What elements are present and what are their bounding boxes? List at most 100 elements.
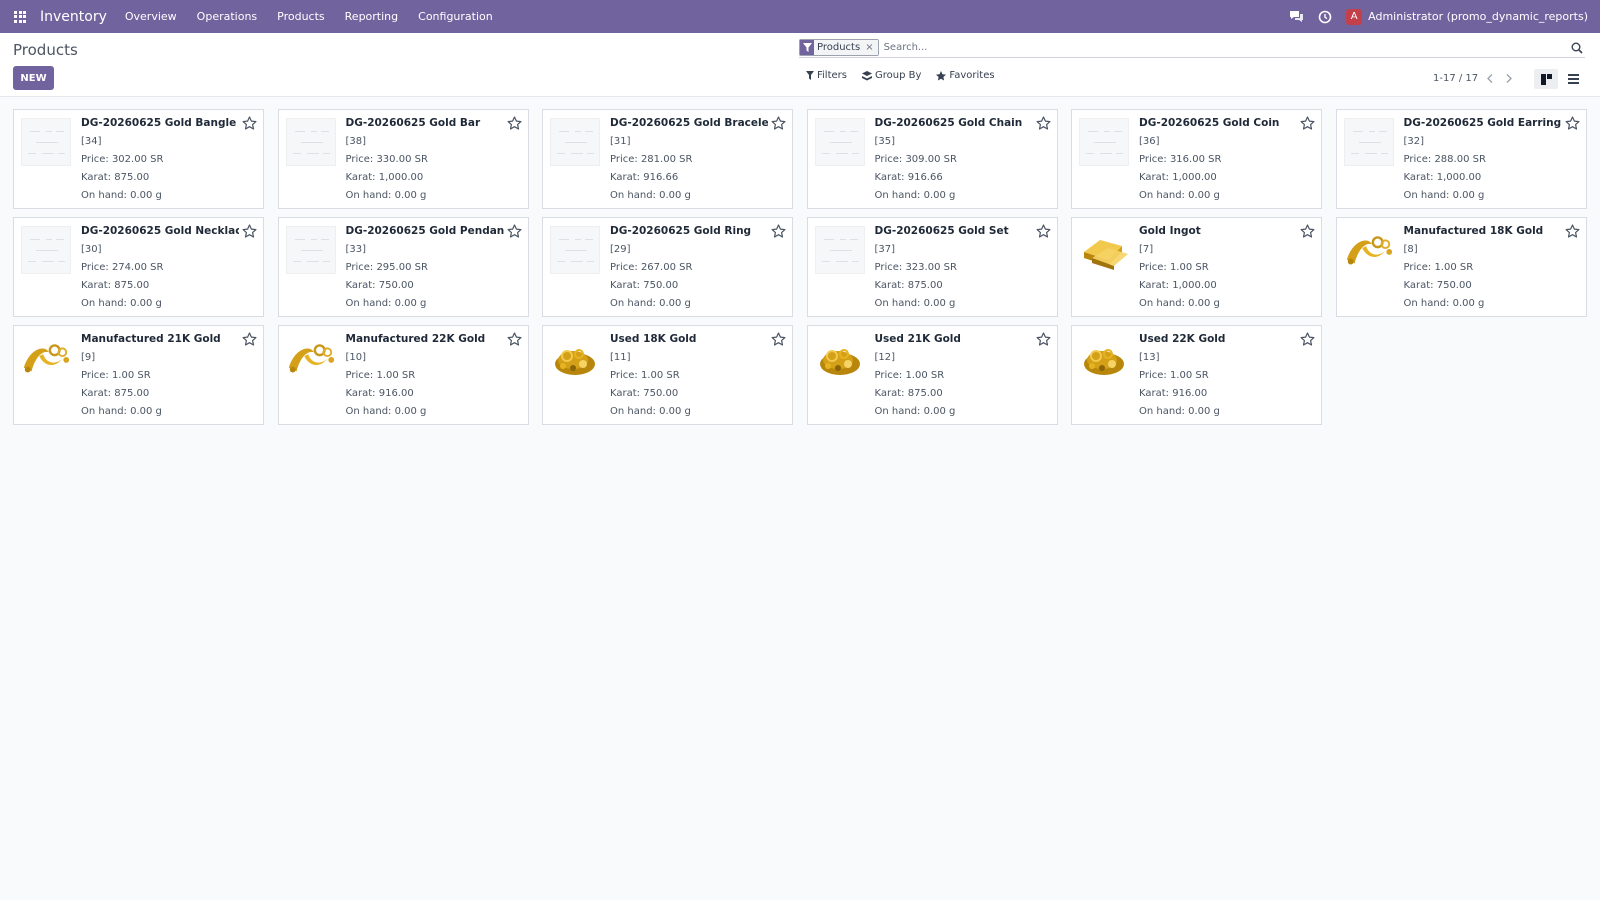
search-facet[interactable]: Products × xyxy=(799,39,879,56)
product-ref: [30] xyxy=(81,244,102,255)
product-karat: Karat: 1,000.00 xyxy=(1403,172,1482,183)
product-karat: Karat: 875.00 xyxy=(81,388,150,399)
menu-operations[interactable]: Operations xyxy=(197,10,257,23)
product-price: Price: 1.00 SR xyxy=(1403,262,1474,273)
star-icon[interactable] xyxy=(771,116,786,131)
list-view-icon[interactable] xyxy=(1561,69,1585,89)
product-card[interactable]: DG-20260625 Gold Coin [36] Price: 316.00… xyxy=(1071,109,1322,209)
gold-jewelry-icon xyxy=(1346,236,1392,265)
product-image xyxy=(1078,116,1130,168)
star-icon[interactable] xyxy=(771,224,786,239)
new-button[interactable]: NEW xyxy=(13,66,54,90)
product-onhand: On hand: 0.00 g xyxy=(81,406,162,417)
product-image xyxy=(814,224,866,276)
facet-value: Products xyxy=(814,40,866,55)
chat-icon[interactable] xyxy=(1288,9,1304,25)
facet-remove-icon[interactable]: × xyxy=(865,40,878,55)
menu-products[interactable]: Products xyxy=(277,10,325,23)
pager: 1-17 / 17 xyxy=(1433,71,1516,85)
menu-reporting[interactable]: Reporting xyxy=(345,10,398,23)
product-card[interactable]: DG-20260625 Gold Bar [38] Price: 330.00 … xyxy=(277,109,529,209)
search-bar: Products × xyxy=(799,38,1585,58)
product-name: DG-20260625 Gold Coin xyxy=(1139,117,1280,129)
used-gold-pile-icon xyxy=(555,349,595,375)
product-price: Price: 281.00 SR xyxy=(610,154,693,165)
product-card[interactable]: Manufactured 18K Gold [8] Price: 1.00 SR… xyxy=(1335,217,1587,317)
product-name: Manufactured 22K Gold xyxy=(345,333,486,345)
star-icon[interactable] xyxy=(1300,116,1315,131)
star-icon[interactable] xyxy=(1300,332,1315,347)
top-navbar: Inventory Overview Operations Products R… xyxy=(0,0,1600,33)
search-icon[interactable] xyxy=(1569,40,1585,56)
image-placeholder-icon xyxy=(285,226,336,274)
star-icon[interactable] xyxy=(507,116,522,131)
star-icon[interactable] xyxy=(242,332,257,347)
product-karat: Karat: 916.66 xyxy=(610,172,679,183)
apps-menu-icon[interactable] xyxy=(0,0,40,33)
product-price: Price: 302.00 SR xyxy=(81,154,164,165)
chevron-left-icon[interactable] xyxy=(1483,71,1497,85)
star-icon[interactable] xyxy=(1036,224,1051,239)
favorites-button[interactable]: Favorites xyxy=(936,70,995,81)
product-card[interactable]: Used 18K Gold [11] Price: 1.00 SR Karat:… xyxy=(542,325,793,425)
product-name: Gold Ingot xyxy=(1139,225,1201,237)
product-price: Price: 1.00 SR xyxy=(610,370,680,381)
chevron-right-icon[interactable] xyxy=(1502,71,1516,85)
filters-button[interactable]: Filters xyxy=(806,70,847,81)
product-card[interactable]: Manufactured 21K Gold [9] Price: 1.00 SR… xyxy=(13,325,264,425)
product-name: DG-20260625 Gold Pendant xyxy=(345,225,504,237)
product-image xyxy=(1343,116,1395,168)
kanban-view-icon[interactable] xyxy=(1534,69,1558,89)
product-image xyxy=(549,116,601,168)
product-card[interactable]: DG-20260625 Gold Necklace [30] Price: 27… xyxy=(13,217,264,317)
product-card[interactable]: DG-20260625 Gold Bracelet [31] Price: 28… xyxy=(542,109,793,209)
image-placeholder-icon xyxy=(21,118,71,166)
product-kanban: DG-20260625 Gold Bangle [34] Price: 302.… xyxy=(13,109,1588,425)
product-onhand: On hand: 0.00 g xyxy=(345,190,427,201)
product-name: Manufactured 18K Gold xyxy=(1403,225,1544,237)
product-ref: [13] xyxy=(1139,352,1160,363)
product-price: Price: 1.00 SR xyxy=(345,370,416,381)
star-icon[interactable] xyxy=(507,332,522,347)
product-card[interactable]: Used 21K Gold [12] Price: 1.00 SR Karat:… xyxy=(806,325,1058,425)
product-card[interactable]: DG-20260625 Gold Pendant [33] Price: 295… xyxy=(277,217,529,317)
product-card[interactable]: DG-20260625 Gold Earring [32] Price: 288… xyxy=(1335,109,1587,209)
star-icon[interactable] xyxy=(507,224,522,239)
image-placeholder-icon xyxy=(550,118,600,166)
app-brand[interactable]: Inventory xyxy=(40,9,107,25)
search-input[interactable] xyxy=(883,42,1569,53)
menu-configuration[interactable]: Configuration xyxy=(418,10,493,23)
user-avatar[interactable]: A xyxy=(1346,8,1363,25)
product-image xyxy=(549,224,601,276)
star-icon[interactable] xyxy=(1565,116,1580,131)
star-icon[interactable] xyxy=(1036,332,1051,347)
groupby-button[interactable]: Group By xyxy=(861,70,921,81)
star-icon[interactable] xyxy=(1300,224,1315,239)
menu-overview[interactable]: Overview xyxy=(125,10,177,23)
product-price: Price: 1.00 SR xyxy=(1139,262,1209,273)
product-card[interactable]: DG-20260625 Gold Set [37] Price: 323.00 … xyxy=(806,217,1058,317)
product-card[interactable]: Gold Ingot [7] Price: 1.00 SR Karat: 1,0… xyxy=(1071,217,1322,317)
product-image xyxy=(814,116,866,168)
product-ref: [7] xyxy=(1139,244,1154,255)
product-card[interactable]: Manufactured 22K Gold [10] Price: 1.00 S… xyxy=(277,325,529,425)
activity-clock-icon[interactable] xyxy=(1317,9,1333,25)
product-card[interactable]: DG-20260625 Gold Ring [29] Price: 267.00… xyxy=(542,217,793,317)
image-placeholder-icon xyxy=(1343,118,1394,166)
star-icon[interactable] xyxy=(242,224,257,239)
product-karat: Karat: 1,000.00 xyxy=(345,172,424,183)
star-icon[interactable] xyxy=(1036,116,1051,131)
product-card[interactable]: DG-20260625 Gold Bangle [34] Price: 302.… xyxy=(13,109,264,209)
star-icon[interactable] xyxy=(242,116,257,131)
product-card[interactable]: DG-20260625 Gold Chain [35] Price: 309.0… xyxy=(806,109,1058,209)
star-icon[interactable] xyxy=(1565,224,1580,239)
product-price: Price: 309.00 SR xyxy=(874,154,957,165)
used-gold-pile-icon xyxy=(819,349,860,375)
product-onhand: On hand: 0.00 g xyxy=(610,298,691,309)
pager-value[interactable]: 1-17 / 17 xyxy=(1433,73,1478,84)
star-icon[interactable] xyxy=(771,332,786,347)
product-card[interactable]: Used 22K Gold [13] Price: 1.00 SR Karat:… xyxy=(1071,325,1322,425)
image-placeholder-icon xyxy=(550,226,600,274)
user-menu[interactable]: Administrator (promo_dynamic_reports) xyxy=(1368,10,1588,23)
product-karat: Karat: 875.00 xyxy=(81,172,150,183)
